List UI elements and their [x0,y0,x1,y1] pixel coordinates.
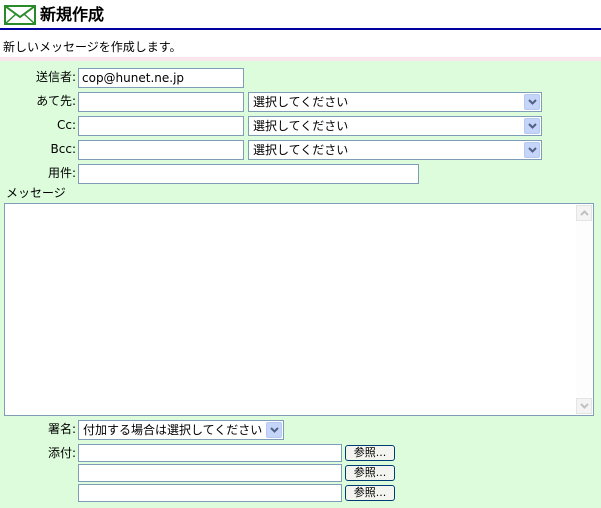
to-field[interactable] [78,92,244,112]
subject-field[interactable] [78,164,419,184]
message-textarea[interactable] [4,203,594,416]
cc-select[interactable]: 選択してください [248,116,542,136]
bcc-select-value: 選択してください [253,143,349,157]
chevron-down-icon[interactable] [524,94,540,110]
page-title: 新規作成 [40,5,105,24]
cc-field[interactable] [78,116,244,136]
compose-form: 送信者: cop@hunet.ne.jp あて先: 選択してください Cc: 選… [0,61,601,508]
to-label: あて先: [36,94,76,108]
message-label: メッセージ [6,186,66,200]
chevron-down-icon[interactable] [524,118,540,134]
bcc-select[interactable]: 選択してください [248,140,542,160]
chevron-down-icon[interactable] [266,422,282,438]
bcc-label: Bcc: [50,142,76,156]
attach-file-field[interactable] [78,444,342,462]
signature-label: 署名: [47,422,76,436]
signature-select-value: 付加する場合は選択してください [83,423,263,437]
header-divider [0,28,601,30]
page-header: 新規作成 [0,0,601,30]
browse-button[interactable]: 参照... [345,485,395,501]
mail-icon [4,5,36,25]
attach-file-field[interactable] [78,484,342,502]
browse-button[interactable]: 参照... [345,465,395,481]
chevron-down-icon[interactable] [524,142,540,158]
scroll-down-icon[interactable] [576,398,592,414]
browse-button[interactable]: 参照... [345,445,395,461]
from-label: 送信者: [35,70,76,84]
attach-file-field[interactable] [78,464,342,482]
subject-label: 用件: [47,166,76,180]
attach-label: 添付: [47,446,76,460]
to-select-value: 選択してください [253,95,349,109]
intro-text: 新しいメッセージを作成します。 [3,40,182,54]
scroll-up-icon[interactable] [576,205,592,221]
from-field[interactable]: cop@hunet.ne.jp [78,68,244,88]
cc-select-value: 選択してください [253,119,349,133]
message-scrollbar[interactable] [576,205,592,414]
cc-label: Cc: [56,118,76,132]
bcc-field[interactable] [78,140,244,160]
to-select[interactable]: 選択してください [248,92,542,112]
signature-select[interactable]: 付加する場合は選択してください [78,420,284,440]
